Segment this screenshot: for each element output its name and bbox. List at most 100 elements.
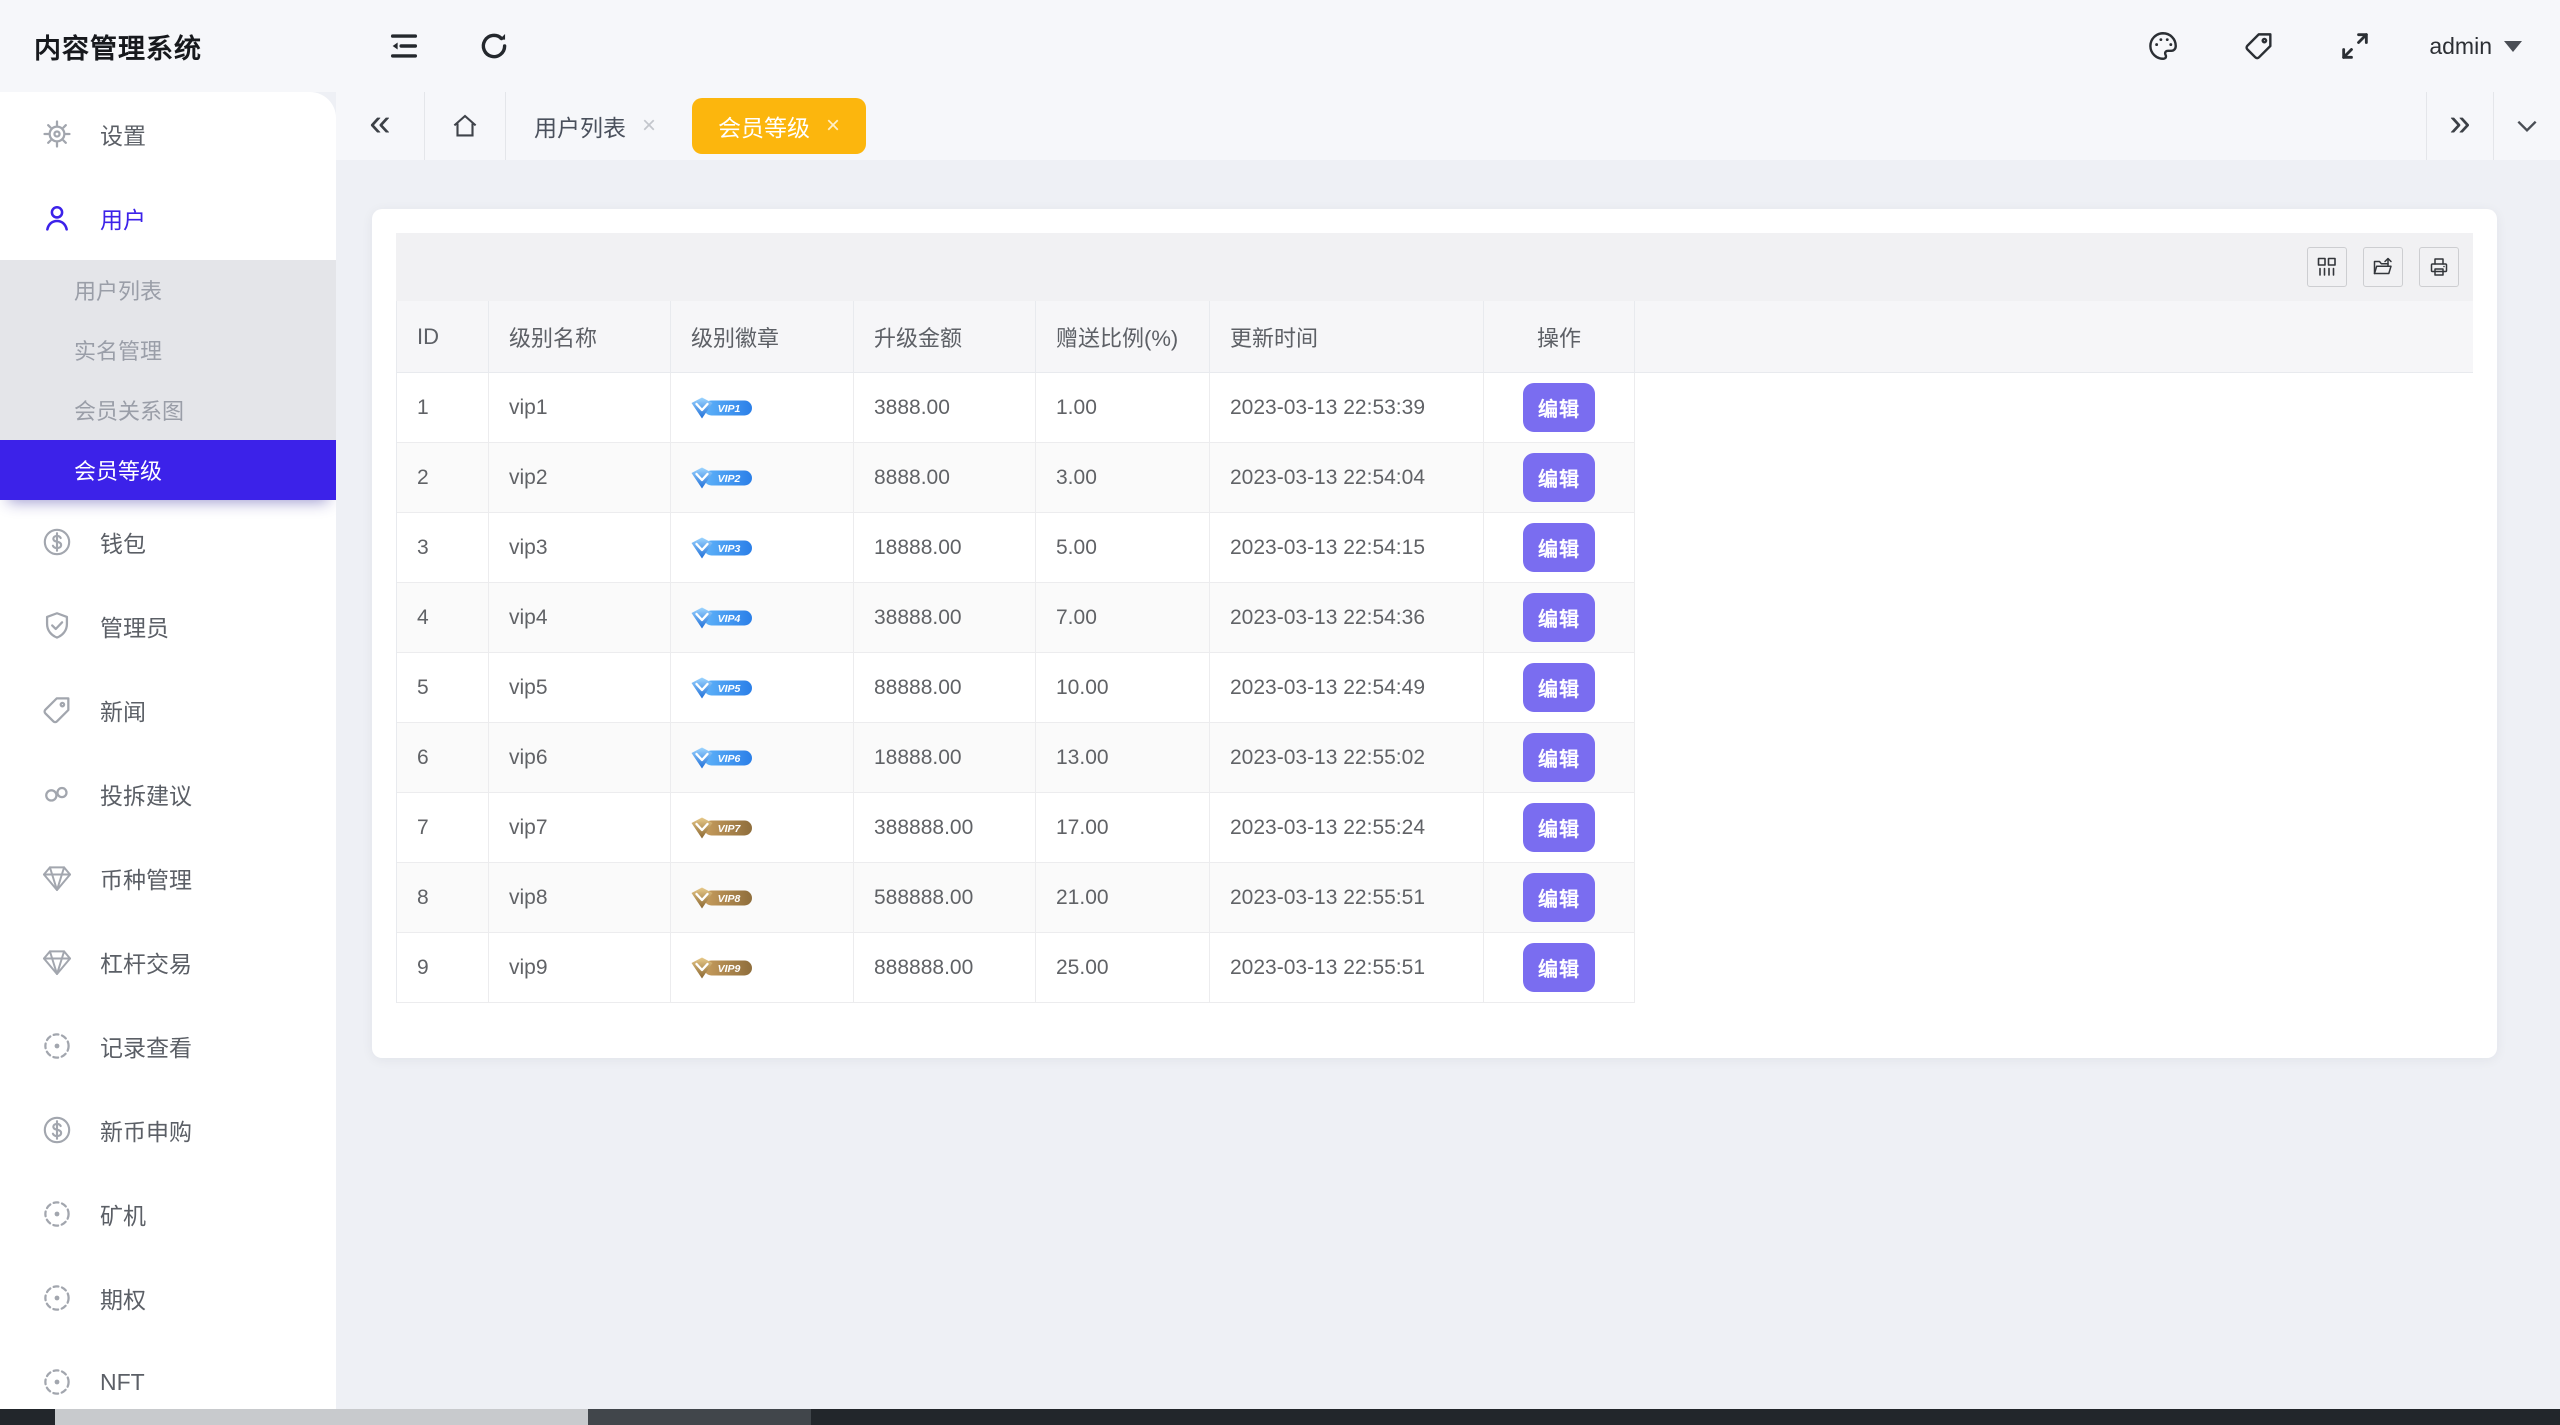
amount-cell: 588888.00 [854,863,1036,933]
tabs-menu-button[interactable] [2494,92,2560,160]
sidebar-item-feedback[interactable]: 投拆建议 [0,752,336,836]
sidebar-subitem-user-list[interactable]: 用户列表 [0,260,336,320]
fullscreen-icon[interactable] [2333,24,2377,68]
edit-button[interactable]: 编辑 [1523,663,1595,712]
edit-button[interactable]: 编辑 [1523,873,1595,922]
tab-member-level[interactable]: 会员等级 × [692,98,866,154]
horizontal-scrollbar-thumb[interactable] [55,1409,588,1425]
sidebar-item-options[interactable]: 期权 [0,1256,336,1340]
amount-cell: 18888.00 [854,723,1036,793]
tabs-scroll-right-button[interactable]: » [2427,92,2493,160]
updated-cell: 2023-03-13 22:54:49 [1210,653,1484,723]
svg-text:VIP6: VIP6 [718,753,741,765]
top-bar: 内容管理系统 admin [0,0,2560,92]
columns-icon [2315,255,2339,279]
name-cell: vip7 [489,793,671,863]
sidebar-item-settings[interactable]: 设置 [0,92,336,176]
badge-cell: VIP4 [671,583,854,653]
column-header: 级别名称 [489,301,671,373]
name-cell: vip1 [489,373,671,443]
vip-badge: VIP7 [691,817,755,839]
tag-icon[interactable] [2237,24,2281,68]
ratio-cell: 7.00 [1036,583,1210,653]
collapse-menu-icon[interactable] [382,24,426,68]
refresh-icon[interactable] [472,24,516,68]
action-cell: 编辑 [1484,513,1635,583]
action-cell: 编辑 [1484,583,1635,653]
sidebar-item-label: 投拆建议 [100,777,192,811]
edit-button[interactable]: 编辑 [1523,803,1595,852]
sidebar-item-coin-management[interactable]: 币种管理 [0,836,336,920]
name-cell: vip4 [489,583,671,653]
ratio-cell: 25.00 [1036,933,1210,1003]
print-icon [2427,255,2451,279]
edit-button[interactable]: 编辑 [1523,453,1595,502]
vip-badge: VIP5 [691,677,755,699]
sidebar-item-news[interactable]: 新闻 [0,668,336,752]
sidebar-item-leverage-trade[interactable]: 杠杆交易 [0,920,336,1004]
row-filler [1635,653,2473,723]
sidebar-item-label: 用户 [100,201,146,235]
home-tab-button[interactable] [425,92,505,160]
edit-button[interactable]: 编辑 [1523,523,1595,572]
amount-cell: 388888.00 [854,793,1036,863]
row-filler [1635,723,2473,793]
table-row: 2vip2 VIP2 8888.003.002023-03-13 22:54:0… [397,443,2473,513]
sidebar-item-label: 新币申购 [100,1113,192,1147]
updated-cell: 2023-03-13 22:54:04 [1210,443,1484,513]
name-cell: vip6 [489,723,671,793]
export-button[interactable] [2363,247,2403,287]
sidebar-subitem-member-level[interactable]: 会员等级 [0,440,336,500]
tab-close-icon[interactable]: × [642,114,656,138]
column-header-filler [1635,301,2473,373]
sidebar-item-wallet[interactable]: 钱包 [0,500,336,584]
id-cell: 3 [397,513,489,583]
svg-text:VIP3: VIP3 [718,543,741,555]
sidebar-subitem-member-relation-graph[interactable]: 会员关系图 [0,380,336,440]
table-row: 4vip4 VIP4 38888.007.002023-03-13 22:54:… [397,583,2473,653]
user-menu[interactable]: admin [2429,33,2522,60]
badge-cell: VIP7 [671,793,854,863]
edit-button[interactable]: 编辑 [1523,733,1595,782]
aim-icon [40,1197,74,1231]
columns-button[interactable] [2307,247,2347,287]
horizontal-scrollbar[interactable] [0,1409,2560,1425]
edit-button[interactable]: 编辑 [1523,383,1595,432]
action-cell: 编辑 [1484,653,1635,723]
palette-icon[interactable] [2141,24,2185,68]
sidebar-item-admin-manage[interactable]: 管理员 [0,584,336,668]
edit-button[interactable]: 编辑 [1523,593,1595,642]
id-cell: 9 [397,933,489,1003]
action-cell: 编辑 [1484,373,1635,443]
ratio-cell: 3.00 [1036,443,1210,513]
tabs-scroll-left-button[interactable]: « [336,92,424,160]
sidebar-item-users[interactable]: 用户 [0,176,336,260]
row-filler [1635,583,2473,653]
id-cell: 8 [397,863,489,933]
amount-cell: 3888.00 [854,373,1036,443]
sidebar-item-records[interactable]: 记录查看 [0,1004,336,1088]
sidebar-item-new-coin-subscribe[interactable]: 新币申购 [0,1088,336,1172]
edit-button[interactable]: 编辑 [1523,943,1595,992]
sidebar-submenu-users: 用户列表实名管理会员关系图会员等级 [0,260,336,500]
ratio-cell: 13.00 [1036,723,1210,793]
row-filler [1635,793,2473,863]
app-title: 内容管理系统 [34,34,202,64]
column-header: 更新时间 [1210,301,1484,373]
id-cell: 4 [397,583,489,653]
member-level-table: ID级别名称级别徽章升级金额赠送比例(%)更新时间操作1vip1 VIP1 38… [396,301,2473,1003]
action-cell: 编辑 [1484,443,1635,513]
print-button[interactable] [2419,247,2459,287]
ratio-cell: 1.00 [1036,373,1210,443]
updated-cell: 2023-03-13 22:55:02 [1210,723,1484,793]
vip-badge: VIP3 [691,537,755,559]
sidebar-subitem-realname-management[interactable]: 实名管理 [0,320,336,380]
tab-close-icon[interactable]: × [826,114,840,138]
tab-user-list[interactable]: 用户列表 × [506,92,684,160]
sidebar-item-miner[interactable]: 矿机 [0,1172,336,1256]
table-toolbar [396,233,2473,301]
dollar-icon [40,1113,74,1147]
action-cell: 编辑 [1484,723,1635,793]
updated-cell: 2023-03-13 22:55:51 [1210,933,1484,1003]
row-filler [1635,933,2473,1003]
